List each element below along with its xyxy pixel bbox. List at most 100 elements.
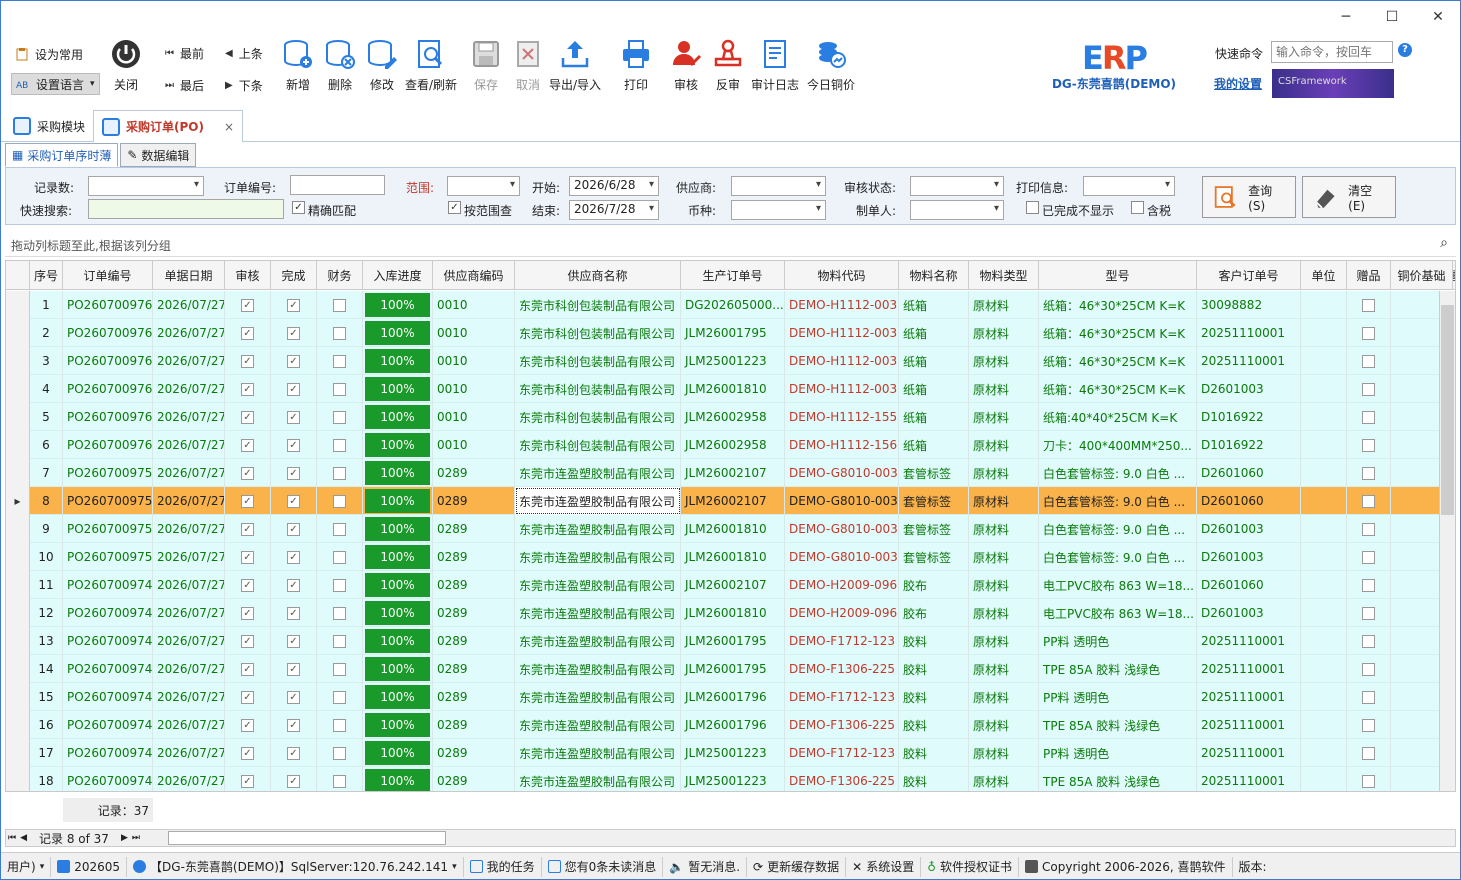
cell-scode[interactable]: 0010 <box>433 375 515 403</box>
cell-sname[interactable]: 东莞市连盈塑胶制品有限公司 <box>515 543 681 571</box>
cell-cust[interactable]: 20251110001 <box>1197 627 1301 655</box>
cell-no[interactable]: 7 <box>30 459 63 487</box>
column-header[interactable]: 单据日期 <box>153 261 225 290</box>
cell-date[interactable]: 2026/07/27 <box>153 767 225 791</box>
cell-unit[interactable] <box>1301 739 1347 767</box>
checkbox-cell[interactable]: ✓ <box>225 403 271 431</box>
prev-record-button[interactable]: ◀ 上条 <box>225 45 263 62</box>
cell-model[interactable]: PP料 透明色 <box>1039 683 1197 711</box>
cell-gift[interactable] <box>1347 459 1391 487</box>
cell-unit[interactable] <box>1301 375 1347 403</box>
tab-purchase-module[interactable]: 采购模块 <box>5 110 93 142</box>
cell-mo[interactable]: DG202605000... <box>681 291 785 319</box>
progress-cell[interactable]: 100% <box>363 543 433 571</box>
progress-cell[interactable]: 100% <box>363 739 433 767</box>
cell-po[interactable]: PO260700974 <box>63 571 153 599</box>
row-checkbox[interactable]: ✓ <box>287 466 300 480</box>
cell-mtype[interactable]: 原材料 <box>969 347 1039 375</box>
cell-mtype[interactable]: 原材料 <box>969 627 1039 655</box>
cell-gift[interactable] <box>1347 739 1391 767</box>
cell-gift[interactable] <box>1347 515 1391 543</box>
checkbox-cell[interactable] <box>317 291 363 319</box>
exact-match-checkbox[interactable]: ✓ <box>292 201 305 214</box>
checkbox-cell[interactable]: ✓ <box>271 543 317 571</box>
row-indicator[interactable] <box>6 711 30 739</box>
checkbox-cell[interactable] <box>317 403 363 431</box>
cell-unit[interactable] <box>1301 571 1347 599</box>
scroll-thumb[interactable] <box>1441 305 1454 515</box>
by-range-checkbox[interactable]: ✓ <box>448 201 461 214</box>
print-info-select[interactable] <box>1083 176 1175 196</box>
cell-date[interactable]: 2026/07/27 <box>153 739 225 767</box>
cell-mcode[interactable]: DEMO-H2009-096 <box>785 571 899 599</box>
row-checkbox[interactable] <box>333 466 346 480</box>
row-checkbox[interactable]: ✓ <box>287 326 300 340</box>
cell-no[interactable]: 10 <box>30 543 63 571</box>
cell-sname[interactable]: 东莞市科创包装制品有限公司 <box>515 319 681 347</box>
cell-gift[interactable] <box>1347 403 1391 431</box>
tab-purchase-order[interactable]: 采购订单(PO) × <box>93 110 244 142</box>
gift-checkbox[interactable] <box>1362 298 1375 312</box>
gift-checkbox[interactable] <box>1362 690 1375 704</box>
cell-cust[interactable]: D2601003 <box>1197 543 1301 571</box>
cell-sname[interactable]: 东莞市连盈塑胶制品有限公司 <box>515 627 681 655</box>
cell-no[interactable]: 4 <box>30 375 63 403</box>
cell-po[interactable]: PO260700976 <box>63 403 153 431</box>
save-button[interactable]: 保存 <box>469 37 503 93</box>
row-indicator[interactable] <box>6 291 30 319</box>
checkbox-cell[interactable]: ✓ <box>271 627 317 655</box>
column-header[interactable]: 型号 <box>1039 261 1197 290</box>
cell-model[interactable]: 电工PVC胶布 863 W=18... <box>1039 571 1197 599</box>
cell-mtype[interactable]: 原材料 <box>969 711 1039 739</box>
cell-mcode[interactable]: DEMO-G8010-0030 <box>785 515 899 543</box>
progress-cell[interactable]: 100% <box>363 515 433 543</box>
checkbox-cell[interactable] <box>317 431 363 459</box>
progress-cell[interactable]: 100% <box>363 683 433 711</box>
cell-mo[interactable]: JLM25001223 <box>681 739 785 767</box>
row-checkbox[interactable]: ✓ <box>241 690 254 704</box>
checkbox-cell[interactable]: ✓ <box>271 599 317 627</box>
table-row[interactable]: 2 PO260700976 2026/07/27 ✓ ✓ 100% 0010 东莞市科创包装制… <box>6 319 1453 347</box>
new-button[interactable]: 新增 <box>281 37 315 93</box>
status-notice[interactable]: 🔈 暂无消息. <box>663 856 748 877</box>
cell-no[interactable]: 14 <box>30 655 63 683</box>
cell-model[interactable]: 纸箱:40*40*25CM K=K <box>1039 403 1197 431</box>
cell-po[interactable]: PO260700976 <box>63 319 153 347</box>
maximize-button[interactable]: ☐ <box>1369 1 1415 33</box>
table-row[interactable]: 15 PO260700974 2026/07/27 ✓ ✓ 100% 0289 东莞市连盈塑胶… <box>6 683 1453 711</box>
row-checkbox[interactable]: ✓ <box>241 774 254 788</box>
cell-mo[interactable]: JLM26001796 <box>681 711 785 739</box>
cell-gift[interactable] <box>1347 347 1391 375</box>
cell-no[interactable]: 6 <box>30 431 63 459</box>
cell-mcode[interactable]: DEMO-H1112-003 <box>785 291 899 319</box>
cell-po[interactable]: PO260700974 <box>63 599 153 627</box>
cell-no[interactable]: 15 <box>30 683 63 711</box>
checkbox-cell[interactable]: ✓ <box>225 711 271 739</box>
cell-date[interactable]: 2026/07/27 <box>153 431 225 459</box>
progress-cell[interactable]: 100% <box>363 431 433 459</box>
row-checkbox[interactable]: ✓ <box>241 410 254 424</box>
row-checkbox[interactable]: ✓ <box>287 382 300 396</box>
checkbox-cell[interactable]: ✓ <box>225 739 271 767</box>
checkbox-cell[interactable]: ✓ <box>225 683 271 711</box>
row-checkbox[interactable]: ✓ <box>287 550 300 564</box>
cell-gift[interactable] <box>1347 711 1391 739</box>
row-indicator[interactable] <box>6 515 30 543</box>
row-checkbox[interactable]: ✓ <box>287 634 300 648</box>
cell-unit[interactable] <box>1301 683 1347 711</box>
cell-scode[interactable]: 0289 <box>433 627 515 655</box>
table-row[interactable]: 14 PO260700974 2026/07/27 ✓ ✓ 100% 0289 东莞市连盈塑胶… <box>6 655 1453 683</box>
checkbox-cell[interactable]: ✓ <box>225 571 271 599</box>
vertical-scrollbar[interactable] <box>1439 291 1455 791</box>
cell-po[interactable]: PO260700974 <box>63 683 153 711</box>
checkbox-cell[interactable] <box>317 459 363 487</box>
checkbox-cell[interactable]: ✓ <box>271 459 317 487</box>
cell-sname[interactable]: 东莞市科创包装制品有限公司 <box>515 291 681 319</box>
audit-log-button[interactable]: 审计日志 <box>751 37 799 93</box>
cell-sname[interactable]: 东莞市科创包装制品有限公司 <box>515 375 681 403</box>
cancel-button[interactable]: 取消 <box>511 37 545 93</box>
checkbox-cell[interactable]: ✓ <box>271 711 317 739</box>
progress-cell[interactable]: 100% <box>363 487 433 515</box>
checkbox-cell[interactable] <box>317 347 363 375</box>
copper-price-button[interactable]: 今日铜价 <box>807 37 855 93</box>
